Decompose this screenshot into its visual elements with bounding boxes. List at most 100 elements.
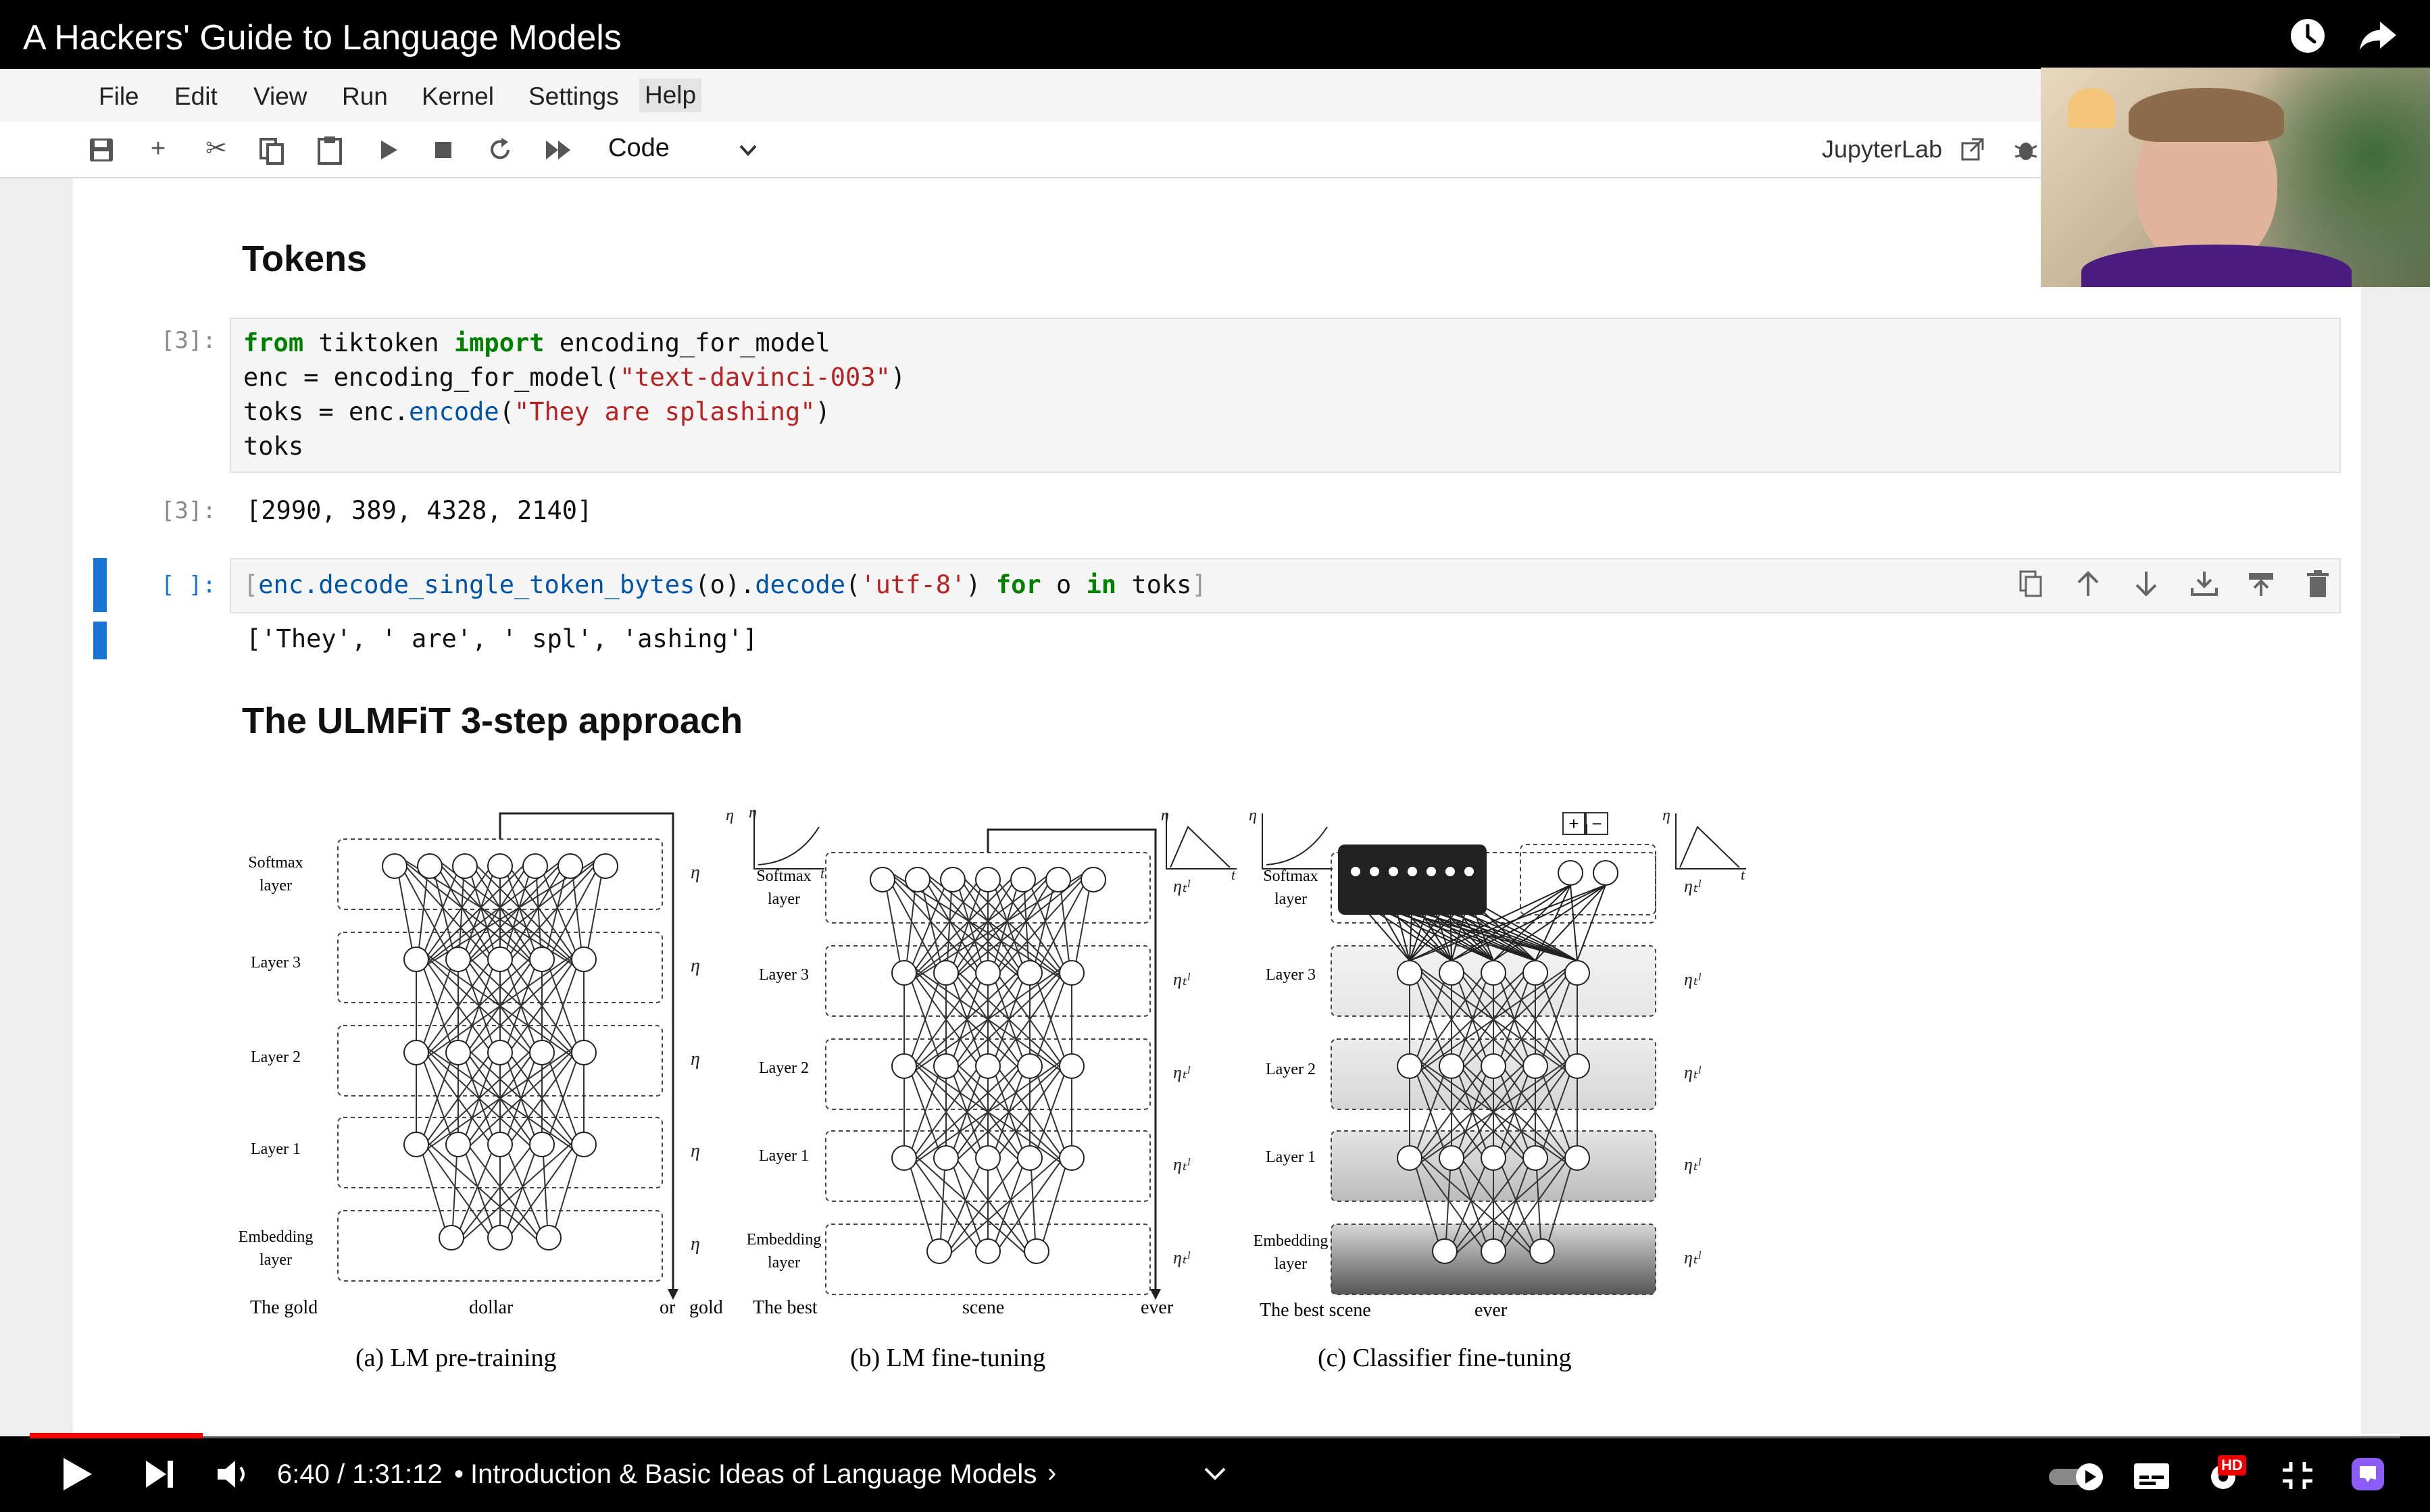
learning-rate-label: ηₜˡ (1684, 1063, 1702, 1082)
chevron-down-icon[interactable] (1201, 1463, 1229, 1484)
insert-above-icon[interactable] (2246, 569, 2276, 599)
active-output-indicator[interactable] (93, 622, 107, 659)
share-icon[interactable] (2358, 19, 2398, 53)
menu-help[interactable]: Help (639, 78, 702, 112)
save-icon[interactable] (88, 136, 115, 163)
neuron (1017, 1145, 1043, 1171)
active-cell-indicator[interactable] (93, 558, 107, 612)
add-cell-icon[interactable]: + (143, 134, 173, 163)
menu-edit[interactable]: Edit (174, 82, 218, 111)
neuron (905, 867, 931, 892)
neuron (1017, 1053, 1043, 1079)
code-token: ( (845, 570, 861, 599)
exit-fullscreen-icon[interactable] (2280, 1459, 2315, 1492)
jupyterlab-link[interactable]: JupyterLab (1822, 135, 1942, 163)
neuron (933, 960, 959, 986)
learning-rate-label: η (691, 1140, 700, 1161)
neuron (933, 1145, 959, 1171)
next-icon[interactable] (142, 1457, 177, 1492)
run-icon[interactable] (377, 138, 400, 162)
neuron (445, 1132, 471, 1157)
stop-icon[interactable] (432, 139, 454, 161)
code-token: decode (755, 570, 846, 599)
neuron (417, 853, 443, 879)
lr-curve (1170, 826, 1231, 868)
neuron (557, 853, 583, 879)
neuron (1481, 1238, 1506, 1264)
bug-icon[interactable] (2012, 136, 2039, 163)
chapter-arrow-icon[interactable]: › (1047, 1458, 1056, 1488)
code-token: enc = encoding_for_model( (243, 363, 620, 392)
video-title[interactable]: A Hackers' Guide to Language Models (23, 18, 622, 58)
notebook-right-gutter (2361, 178, 2430, 1436)
neuron (1481, 1053, 1506, 1079)
menu-kernel[interactable]: Kernel (422, 82, 494, 111)
code-line-1: from tiktoken import encoding_for_model (243, 328, 830, 357)
paste-icon[interactable] (316, 135, 343, 165)
chapter-title[interactable]: Introduction & Basic Ideas of Language M… (470, 1459, 1037, 1490)
fast-forward-icon[interactable] (543, 138, 574, 162)
code-token: ) (815, 397, 830, 426)
menu-run[interactable]: Run (342, 82, 388, 111)
external-link-icon[interactable] (1960, 136, 1985, 162)
neuron (1059, 1053, 1085, 1079)
progress-played (30, 1433, 203, 1438)
play-icon[interactable] (58, 1455, 96, 1493)
code-token: toks (1116, 570, 1192, 599)
code-token: ] (1191, 570, 1207, 599)
subtitles-icon[interactable] (2133, 1461, 2171, 1492)
copy-icon[interactable] (258, 136, 285, 165)
presenter-webcam (2041, 68, 2430, 287)
learning-rate-label: ηₜˡ (1173, 1248, 1191, 1267)
neuron (487, 1040, 513, 1065)
lr-axis-label: t (1231, 866, 1236, 883)
neuron (1397, 960, 1422, 986)
code-token: enc.decode_single_token_bytes (258, 570, 695, 599)
menu-file[interactable]: File (99, 82, 139, 111)
neuron (1439, 1145, 1464, 1171)
neuron (382, 853, 407, 879)
code-token: "text-davinci-003" (619, 363, 891, 392)
autoplay-toggle[interactable] (2048, 1462, 2108, 1492)
menu-settings[interactable]: Settings (528, 82, 619, 111)
move-up-icon[interactable] (2075, 569, 2102, 599)
neuron (1397, 1145, 1422, 1171)
learning-rate-label: η (691, 955, 700, 976)
code-token: "They are splashing" (514, 397, 816, 426)
restart-icon[interactable] (487, 136, 514, 163)
neuron (522, 853, 548, 879)
move-down-icon[interactable] (2133, 569, 2160, 599)
learning-rate-label: η (691, 1234, 700, 1255)
insert-below-icon[interactable] (2189, 569, 2219, 599)
code-token: encoding_for_model (544, 328, 830, 357)
code-token: ) (890, 363, 906, 392)
volume-icon[interactable] (215, 1457, 253, 1492)
progress-bar[interactable] (30, 1433, 2400, 1438)
cut-icon[interactable]: ✂ (201, 134, 231, 163)
cell-type-select[interactable]: Code (608, 134, 670, 163)
cell1-code-editor[interactable]: from tiktoken import encoding_for_model … (230, 318, 2341, 473)
neuron (1522, 1053, 1548, 1079)
channel-icon[interactable] (2349, 1455, 2387, 1493)
neuron (487, 947, 513, 972)
duplicate-cell-icon[interactable] (2018, 569, 2045, 599)
neuron (1427, 867, 1436, 876)
lr-axis (753, 811, 824, 870)
code-token: (o). (695, 570, 755, 599)
ulmfit-figure: Softmax layer Layer 3 Layer 2 Layer 1 Emb… (230, 797, 1770, 1392)
neuron (529, 1132, 555, 1157)
chevron-down-icon[interactable] (738, 142, 758, 158)
code-line-1: [enc.decode_single_token_bytes(o).decode… (243, 570, 1207, 599)
learning-rate-label: η (691, 862, 700, 883)
menu-view[interactable]: View (253, 82, 307, 111)
neuron (1529, 1238, 1555, 1264)
delete-cell-icon[interactable] (2304, 569, 2331, 599)
lr-axis-label: η (726, 807, 734, 824)
neuron (1481, 960, 1506, 986)
watch-later-icon[interactable] (2289, 18, 2326, 54)
learning-rate-label: ηₜˡ (1684, 1248, 1702, 1267)
hd-badge: HD (2218, 1455, 2246, 1476)
neuron (1059, 960, 1085, 986)
code-token: toks = enc. (243, 397, 410, 426)
neuron (975, 867, 1001, 892)
